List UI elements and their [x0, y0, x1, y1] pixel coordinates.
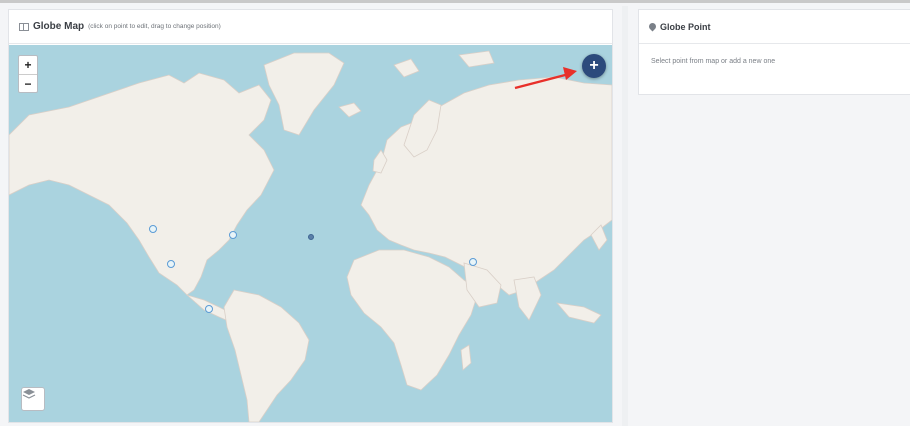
land-north-america — [9, 72, 275, 296]
land-greenland — [263, 52, 345, 136]
land-africa — [346, 249, 480, 391]
land-south-america — [223, 289, 310, 422]
map-icon — [19, 22, 29, 31]
map-panel-title: Globe Map — [33, 21, 85, 32]
layers-button[interactable] — [21, 387, 45, 411]
point-panel: Globe Point Select point from map or add… — [638, 9, 910, 95]
map-marker[interactable] — [469, 258, 477, 266]
land-sea-islands — [555, 302, 602, 324]
map-marker[interactable] — [149, 225, 157, 233]
panel-divider — [622, 6, 628, 426]
layers-icon — [22, 389, 36, 399]
map-marker-selected[interactable] — [308, 234, 314, 240]
zoom-out-button[interactable]: − — [19, 74, 37, 92]
point-panel-header: Globe Point — [639, 10, 910, 44]
land-india — [513, 276, 542, 321]
map-marker[interactable] — [167, 260, 175, 268]
point-panel-body: Select point from map or add a new one — [651, 58, 776, 65]
add-point-button[interactable]: + — [582, 54, 606, 78]
map-panel-header: Globe Map (click on point to edit, drag … — [9, 10, 612, 44]
land-arctic-islands — [393, 50, 495, 78]
point-panel-title: Globe Point — [660, 21, 711, 32]
zoom-in-button[interactable]: + — [19, 56, 37, 74]
map-panel: Globe Map (click on point to edit, drag … — [8, 9, 613, 423]
zoom-control: + − — [18, 55, 38, 93]
map-pin-icon — [647, 21, 658, 32]
world-map[interactable]: + − + — [9, 45, 612, 422]
land-madagascar — [460, 344, 472, 371]
map-marker[interactable] — [229, 231, 237, 239]
map-marker[interactable] — [205, 305, 213, 313]
land-iceland — [338, 102, 362, 118]
app-frame: Globe Map (click on point to edit, drag … — [0, 0, 910, 426]
map-panel-hint: (click on point to edit, drag to change … — [88, 23, 221, 30]
